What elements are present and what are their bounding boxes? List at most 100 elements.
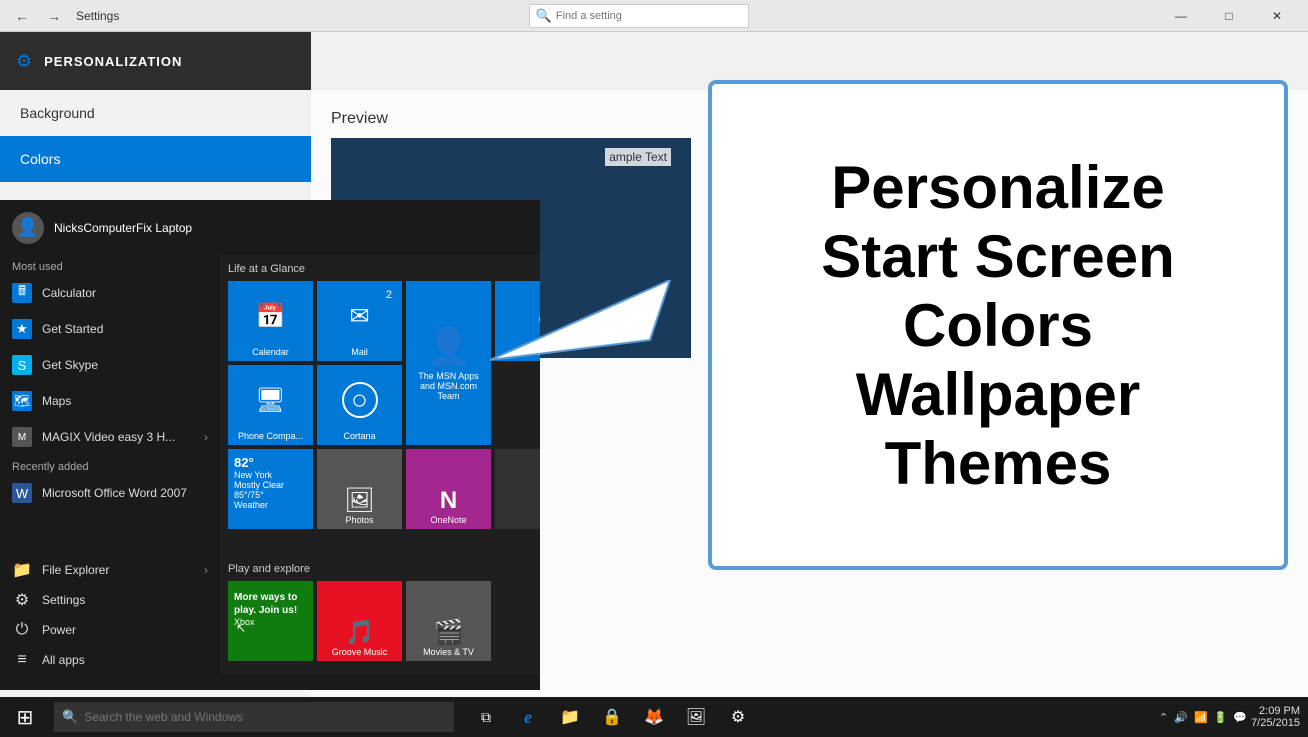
tile-phone[interactable]: 🖥 Phone Compa... xyxy=(228,365,313,445)
get-started-label: Get Started xyxy=(42,322,103,336)
title-search-input[interactable] xyxy=(556,10,742,22)
taskbar-app-settings[interactable]: ⚙ xyxy=(718,697,758,737)
word-label: Microsoft Office Word 2007 xyxy=(42,486,187,500)
tile-onenote[interactable]: N OneNote xyxy=(406,449,491,529)
magix-icon: M xyxy=(12,427,32,447)
tile-calendar-content: 📅 xyxy=(232,285,309,347)
forward-button[interactable]: → xyxy=(40,2,68,30)
groove-tile-icon: 🎵 xyxy=(345,618,375,647)
promo-line1: Personalize xyxy=(821,153,1175,222)
weather-condition: Mostly Clear xyxy=(234,480,284,490)
start-item-calculator[interactable]: 🖩 Calculator xyxy=(0,275,220,311)
taskbar-app-firefox[interactable]: 🦊 xyxy=(634,697,674,737)
tile-groove[interactable]: 🎵 Groove Music xyxy=(317,581,402,661)
calendar-tile-label: Calendar xyxy=(252,347,289,357)
movies-tile-icon: 🎬 xyxy=(434,618,464,647)
tile-weather[interactable]: 82° New York Mostly Clear 85°/75° Weathe… xyxy=(228,449,313,529)
promo-line4: Wallpaper xyxy=(821,360,1175,429)
tile-cortana[interactable]: ○ Cortana xyxy=(317,365,402,445)
taskbar-search-input[interactable] xyxy=(84,710,446,724)
weather-temp: 82° xyxy=(234,455,284,470)
cortana-tile-icon: ○ xyxy=(342,382,378,418)
taskbar-right: ⌃ 🔊 📶 🔋 💬 2:09 PM 7/25/2015 xyxy=(1151,705,1308,729)
photos-taskbar-icon: 🖼 xyxy=(686,707,706,727)
cortana-tile-label: Cortana xyxy=(343,431,375,441)
taskbar-app-multitask[interactable]: ⧉ xyxy=(466,697,506,737)
minimize-button[interactable]: — xyxy=(1158,0,1204,32)
clock-time: 2:09 PM xyxy=(1259,705,1300,717)
taskbar-app-photos[interactable]: 🖼 xyxy=(676,697,716,737)
start-item-settings[interactable]: ⚙ Settings xyxy=(0,585,220,615)
tray-chevron-icon[interactable]: ⌃ xyxy=(1159,711,1168,724)
tile-calendar[interactable]: 📅 Calendar xyxy=(228,281,313,361)
xbox-tile-label: Xbox xyxy=(234,617,255,627)
phone-tile-label: Phone Compa... xyxy=(238,431,303,441)
settings-title: PERSONALIZATION xyxy=(44,54,182,69)
start-button[interactable]: ⊞ xyxy=(0,697,50,737)
tray-notification-icon[interactable]: 💬 xyxy=(1233,711,1247,724)
most-used-label: Most used xyxy=(0,255,220,275)
play-explore-title: Play and explore xyxy=(228,563,532,575)
window-title: Settings xyxy=(76,9,119,23)
start-item-word[interactable]: W Microsoft Office Word 2007 xyxy=(0,475,220,511)
tray-network-icon[interactable]: 📶 xyxy=(1194,711,1208,724)
sidebar-item-background[interactable]: Background xyxy=(0,90,311,136)
tile-xbox[interactable]: ↖ More ways to play. Join us! Xbox xyxy=(228,581,313,661)
tray-battery-icon[interactable]: 🔋 xyxy=(1214,711,1228,724)
user-name: NicksComputerFix Laptop xyxy=(54,221,192,235)
edge-tile-label: Microsoft Edge xyxy=(515,347,540,357)
start-item-power[interactable]: ⏻ Power xyxy=(0,615,220,645)
start-item-get-started[interactable]: ★ Get Started xyxy=(0,311,220,347)
maps-label: Maps xyxy=(42,394,71,408)
taskbar-app-store[interactable]: 🔒 xyxy=(592,697,632,737)
promo-line2: Start Screen xyxy=(821,222,1175,291)
start-item-skype[interactable]: S Get Skype xyxy=(0,347,220,383)
tile-mail[interactable]: ✉ 2 Mail xyxy=(317,281,402,361)
calendar-tile-icon: 📅 xyxy=(256,302,286,331)
phone-tile-icon: 🖥 xyxy=(255,386,285,415)
start-item-magix[interactable]: M MAGIX Video easy 3 H... › xyxy=(0,419,220,455)
start-top: 👤 NicksComputerFix Laptop xyxy=(0,200,540,255)
system-tray: ⌃ 🔊 📶 🔋 💬 xyxy=(1159,711,1247,724)
settings-gear-icon: ⚙ xyxy=(16,51,32,72)
close-button[interactable]: ✕ xyxy=(1254,0,1300,32)
tile-movies[interactable]: 🎬 Movies & TV xyxy=(406,581,491,661)
taskbar-search-icon: 🔍 xyxy=(62,709,78,725)
title-search-box[interactable]: 🔍 xyxy=(529,4,749,28)
weather-content: 82° New York Mostly Clear 85°/75° xyxy=(234,455,284,500)
taskbar-app-edge[interactable]: e xyxy=(508,697,548,737)
tile-photos[interactable]: 🖼 Photos xyxy=(317,449,402,529)
tile-edge-content: e xyxy=(499,285,540,347)
arrow-icon: › xyxy=(204,430,208,444)
settings-label: Settings xyxy=(42,593,85,607)
tile-edge[interactable]: e Microsoft Edge xyxy=(495,281,540,361)
maximize-button[interactable]: □ xyxy=(1206,0,1252,32)
power-label: Power xyxy=(42,623,76,637)
weather-range: 85°/75° xyxy=(234,490,284,500)
tray-volume-icon[interactable]: 🔊 xyxy=(1174,711,1188,724)
user-avatar: 👤 xyxy=(12,212,44,244)
taskbar-apps: ⧉ e 📁 🔒 🦊 🖼 ⚙ xyxy=(458,697,766,737)
groove-tile-label: Groove Music xyxy=(332,647,388,657)
onenote-tile-icon: N xyxy=(440,487,457,515)
start-item-maps[interactable]: 🗺 Maps xyxy=(0,383,220,419)
taskbar-search[interactable]: 🔍 xyxy=(54,702,454,732)
back-button[interactable]: ← xyxy=(8,2,36,30)
preview-sample-text: ample Text xyxy=(605,148,671,166)
all-apps-label: All apps xyxy=(42,653,85,667)
mail-tile-label: Mail xyxy=(351,347,368,357)
tile-msn[interactable]: 👤 The MSN Apps and MSN.com Team xyxy=(406,281,491,445)
msn-person-icon: 👤 xyxy=(426,325,471,367)
tiles-grid-row3: 82° New York Mostly Clear 85°/75° Weathe… xyxy=(228,449,532,529)
start-item-fileexplorer[interactable]: 📁 File Explorer › xyxy=(0,555,220,585)
sidebar-item-colors[interactable]: Colors xyxy=(0,136,311,182)
all-apps-icon: ≡ xyxy=(12,650,32,670)
calculator-icon: 🖩 xyxy=(12,283,32,303)
onenote-tile-label: OneNote xyxy=(430,515,466,525)
power-icon: ⏻ xyxy=(12,620,32,640)
taskbar-app-explorer[interactable]: 📁 xyxy=(550,697,590,737)
life-glance-title: Life at a Glance xyxy=(228,263,532,275)
start-item-allapps[interactable]: ≡ All apps xyxy=(0,645,220,675)
start-explore-tiles: Play and explore ↖ More ways to play. Jo… xyxy=(220,555,540,675)
titlebar-left: ← → Settings xyxy=(8,2,119,30)
